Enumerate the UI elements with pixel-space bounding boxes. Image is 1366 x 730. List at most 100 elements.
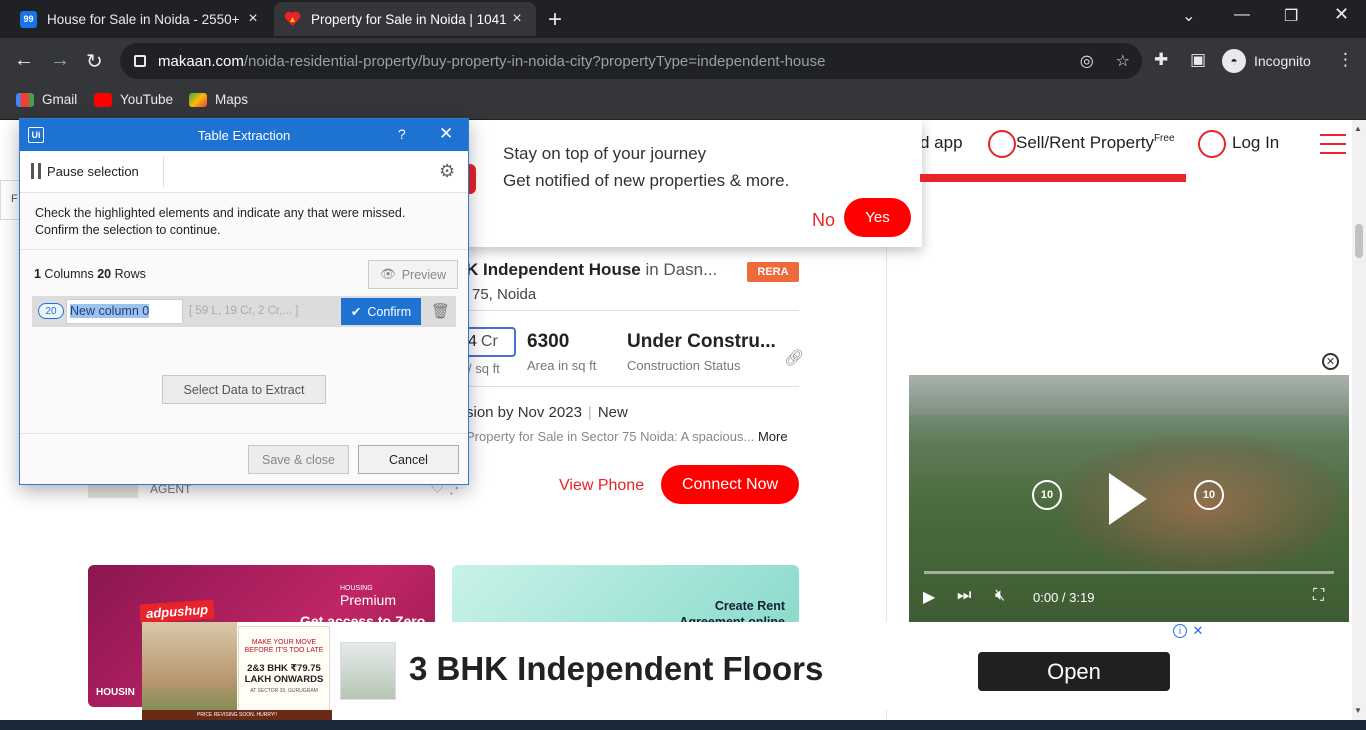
bookmark-maps[interactable]: Maps (189, 92, 248, 107)
connect-now-label: Connect Now (681, 475, 779, 493)
forward-10-icon[interactable]: 10 (1194, 480, 1224, 510)
select-data-button[interactable]: Select Data to Extract (162, 375, 326, 404)
bookmark-gmail[interactable]: Gmail (16, 92, 77, 107)
scroll-down-icon[interactable]: ▼ (1354, 706, 1362, 715)
play-icon[interactable] (1109, 473, 1147, 525)
makaan-heart-icon (284, 11, 301, 28)
sell-rent-link[interactable]: Sell/Rent PropertyFree (1016, 133, 1175, 153)
tab-title: House for Sale in Noida - 2550+ (47, 11, 240, 27)
notify-yes-button[interactable]: Yes (844, 198, 911, 237)
download-app-link[interactable]: d app (920, 133, 963, 153)
column-name-input[interactable]: New column 0 (66, 299, 183, 324)
next-icon[interactable]: ⏭ (957, 587, 971, 605)
more-link[interactable]: More (758, 429, 788, 444)
eye-off-icon[interactable]: ◎ (1080, 51, 1094, 71)
forward-seconds: 10 (1202, 489, 1216, 501)
rera-badge: RERA (747, 262, 799, 282)
star-bookmark-icon[interactable]: ☆ (1116, 51, 1130, 71)
tab-search-chevron-icon[interactable]: ⌄ (1182, 6, 1195, 26)
construction-status-value: Under Constru... (627, 331, 776, 352)
close-icon[interactable]: ✕ (439, 124, 453, 144)
scroll-up-icon[interactable]: ▲ (1354, 124, 1362, 133)
price-per-sqft: / sq ft (468, 361, 500, 376)
rewind-seconds: 10 (1040, 489, 1054, 501)
column-count-badge: 20 (38, 303, 64, 319)
pause-icon[interactable] (31, 163, 41, 179)
bookmark-youtube[interactable]: YouTube (94, 92, 173, 107)
play-small-icon[interactable]: ▶ (923, 587, 935, 607)
listing-description: Property for Sale in Sector 75 Noida: A … (466, 429, 788, 444)
pause-selection-button[interactable]: Pause selection (47, 164, 139, 179)
restore-icon[interactable]: ❐ (1284, 6, 1298, 26)
login-link[interactable]: Log In (1232, 133, 1279, 153)
ad-close-icon[interactable]: ✕ (1191, 623, 1205, 638)
area-value: 6300 (527, 331, 570, 352)
check-icon: ✔ (350, 305, 362, 319)
ad-building-image (142, 622, 237, 720)
listing-title[interactable]: K Independent House in Dasn... (466, 260, 717, 280)
rows-label: Rows (111, 267, 146, 281)
notify-no-button[interactable]: No (812, 210, 835, 231)
close-window-icon[interactable]: ✕ (1334, 4, 1349, 25)
lock-icon (134, 55, 146, 67)
confirm-button[interactable]: ✔ Confirm (341, 298, 421, 325)
trash-icon[interactable]: 🗑︎ (431, 302, 450, 320)
rewind-10-icon[interactable]: 10 (1032, 480, 1062, 510)
tab-99acres[interactable]: 99 House for Sale in Noida - 2550+ × (10, 2, 272, 36)
close-tab-icon[interactable]: × (244, 10, 262, 28)
scroll-thumb[interactable] (1355, 224, 1363, 258)
preview-button[interactable]: 👁︎ Preview (368, 260, 458, 289)
back-icon[interactable]: ← (14, 49, 34, 72)
url-path: /noida-residential-property/buy-property… (243, 52, 826, 70)
page-scrollbar[interactable]: ▲ ▼ (1352, 120, 1366, 720)
menu-kebab-icon[interactable]: ⋮ (1337, 50, 1354, 70)
column-name-value: New column 0 (70, 304, 150, 318)
notification-prompt: Stay on top of your journey Get notified… (460, 120, 922, 247)
hamburger-menu-icon[interactable] (1320, 134, 1346, 161)
confirm-label: Confirm (367, 304, 412, 319)
video-player[interactable]: 10 10 ▶ ⏭ 🔇︎ 0:00 / 3:19 ⛶ (909, 375, 1349, 622)
cancel-button[interactable]: Cancel (358, 445, 459, 474)
incognito-icon: ◓ (1222, 49, 1246, 73)
premium-logo: HOUSING Premium (340, 585, 396, 608)
sell-rent-label: Sell/Rent Property (1016, 133, 1154, 152)
new-tab-icon[interactable]: + (548, 6, 562, 34)
address-bar[interactable]: makaan.com/noida-residential-property/bu… (120, 43, 1142, 79)
bookmarks-bar: Gmail YouTube Maps (0, 84, 1366, 120)
ad-open-label: Open (1047, 658, 1101, 684)
incognito-indicator[interactable]: ◓ Incognito (1222, 47, 1311, 75)
ad-open-button[interactable]: Open (978, 652, 1170, 691)
close-video-icon[interactable]: ✕ (1322, 353, 1339, 370)
filter-tab-fragment[interactable]: F (0, 180, 20, 220)
mute-icon[interactable]: 🔇︎ (995, 587, 1005, 605)
close-tab-icon[interactable]: × (508, 10, 526, 28)
ad-card-line-2: 2&3 BHK ₹79.75 LAKH ONWARDS (244, 663, 324, 685)
bottom-ad-banner[interactable]: MAKE YOUR MOVE BEFORE IT'S TOO LATE 2&3 … (142, 622, 1192, 720)
side-panel-icon[interactable]: ▣ (1190, 50, 1206, 70)
save-close-button[interactable]: Save & close (248, 445, 349, 474)
view-phone-link[interactable]: View Phone (559, 477, 644, 495)
incognito-label: Incognito (1254, 53, 1311, 69)
link-icon[interactable]: 🔗︎ (784, 348, 804, 368)
help-icon[interactable]: ? (398, 126, 406, 142)
bookmark-label: Gmail (42, 92, 78, 107)
selection-counts: 1 Columns 20 Rows (34, 267, 146, 281)
gear-icon[interactable]: ⚙ (439, 161, 455, 182)
table-extraction-dialog: Ui Table Extraction ? ✕ Pause selection … (19, 118, 469, 485)
price-value: 4 (468, 333, 477, 350)
columns-label: Columns (40, 267, 98, 281)
video-progress-bar[interactable] (924, 571, 1334, 574)
forward-icon[interactable]: → (50, 49, 70, 72)
tab-bar: 99 House for Sale in Noida - 2550+ × Pro… (0, 0, 1366, 38)
eye-icon: 👁︎ (379, 267, 396, 281)
tab-makaan[interactable]: Property for Sale in Noida | 1041 × (274, 2, 536, 36)
price-unit: Cr (480, 333, 498, 350)
select-data-label: Select Data to Extract (183, 382, 305, 397)
preview-label: Preview (401, 267, 447, 282)
fullscreen-icon[interactable]: ⛶ (1313, 587, 1324, 605)
extensions-puzzle-icon[interactable]: ✚ (1154, 50, 1168, 70)
minimize-icon[interactable]: — (1234, 6, 1250, 24)
connect-now-button[interactable]: Connect Now (661, 465, 799, 504)
ad-info-icon[interactable]: i (1173, 624, 1187, 638)
reload-icon[interactable]: ↻ (86, 49, 103, 74)
